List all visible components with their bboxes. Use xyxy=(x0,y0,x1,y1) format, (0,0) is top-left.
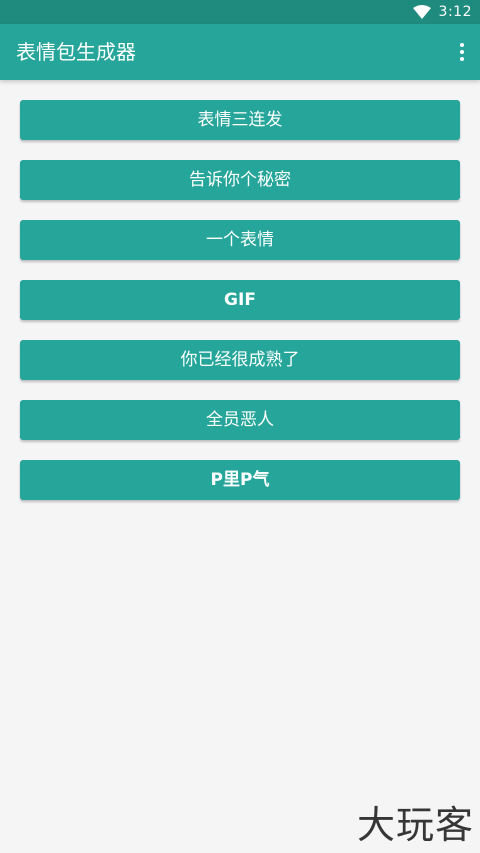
p-li-p-qi-button[interactable]: P里P气 xyxy=(20,460,460,500)
watermark-logo: 大玩客 xyxy=(356,803,474,847)
meme-triple-button[interactable]: 表情三连发 xyxy=(20,100,460,140)
more-dot xyxy=(460,43,464,47)
gif-button[interactable]: GIF xyxy=(20,280,460,320)
status-time: 3:12 xyxy=(438,4,472,20)
more-dot xyxy=(460,50,464,54)
status-icons: 3:12 xyxy=(412,0,472,24)
wifi-icon xyxy=(412,5,431,19)
tell-secret-button[interactable]: 告诉你个秘密 xyxy=(20,160,460,200)
single-meme-button[interactable]: 一个表情 xyxy=(20,220,460,260)
more-dot xyxy=(460,57,464,61)
app-title: 表情包生成器 xyxy=(16,40,136,64)
status-bar: 3:12 xyxy=(0,0,480,24)
more-vert-icon[interactable] xyxy=(450,32,474,72)
app-bar: 表情包生成器 xyxy=(0,24,480,80)
all-villains-button[interactable]: 全员恶人 xyxy=(20,400,460,440)
button-list: 表情三连发 告诉你个秘密 一个表情 GIF 你已经很成熟了 全员恶人 P里P气 xyxy=(20,100,460,520)
mature-button[interactable]: 你已经很成熟了 xyxy=(20,340,460,380)
